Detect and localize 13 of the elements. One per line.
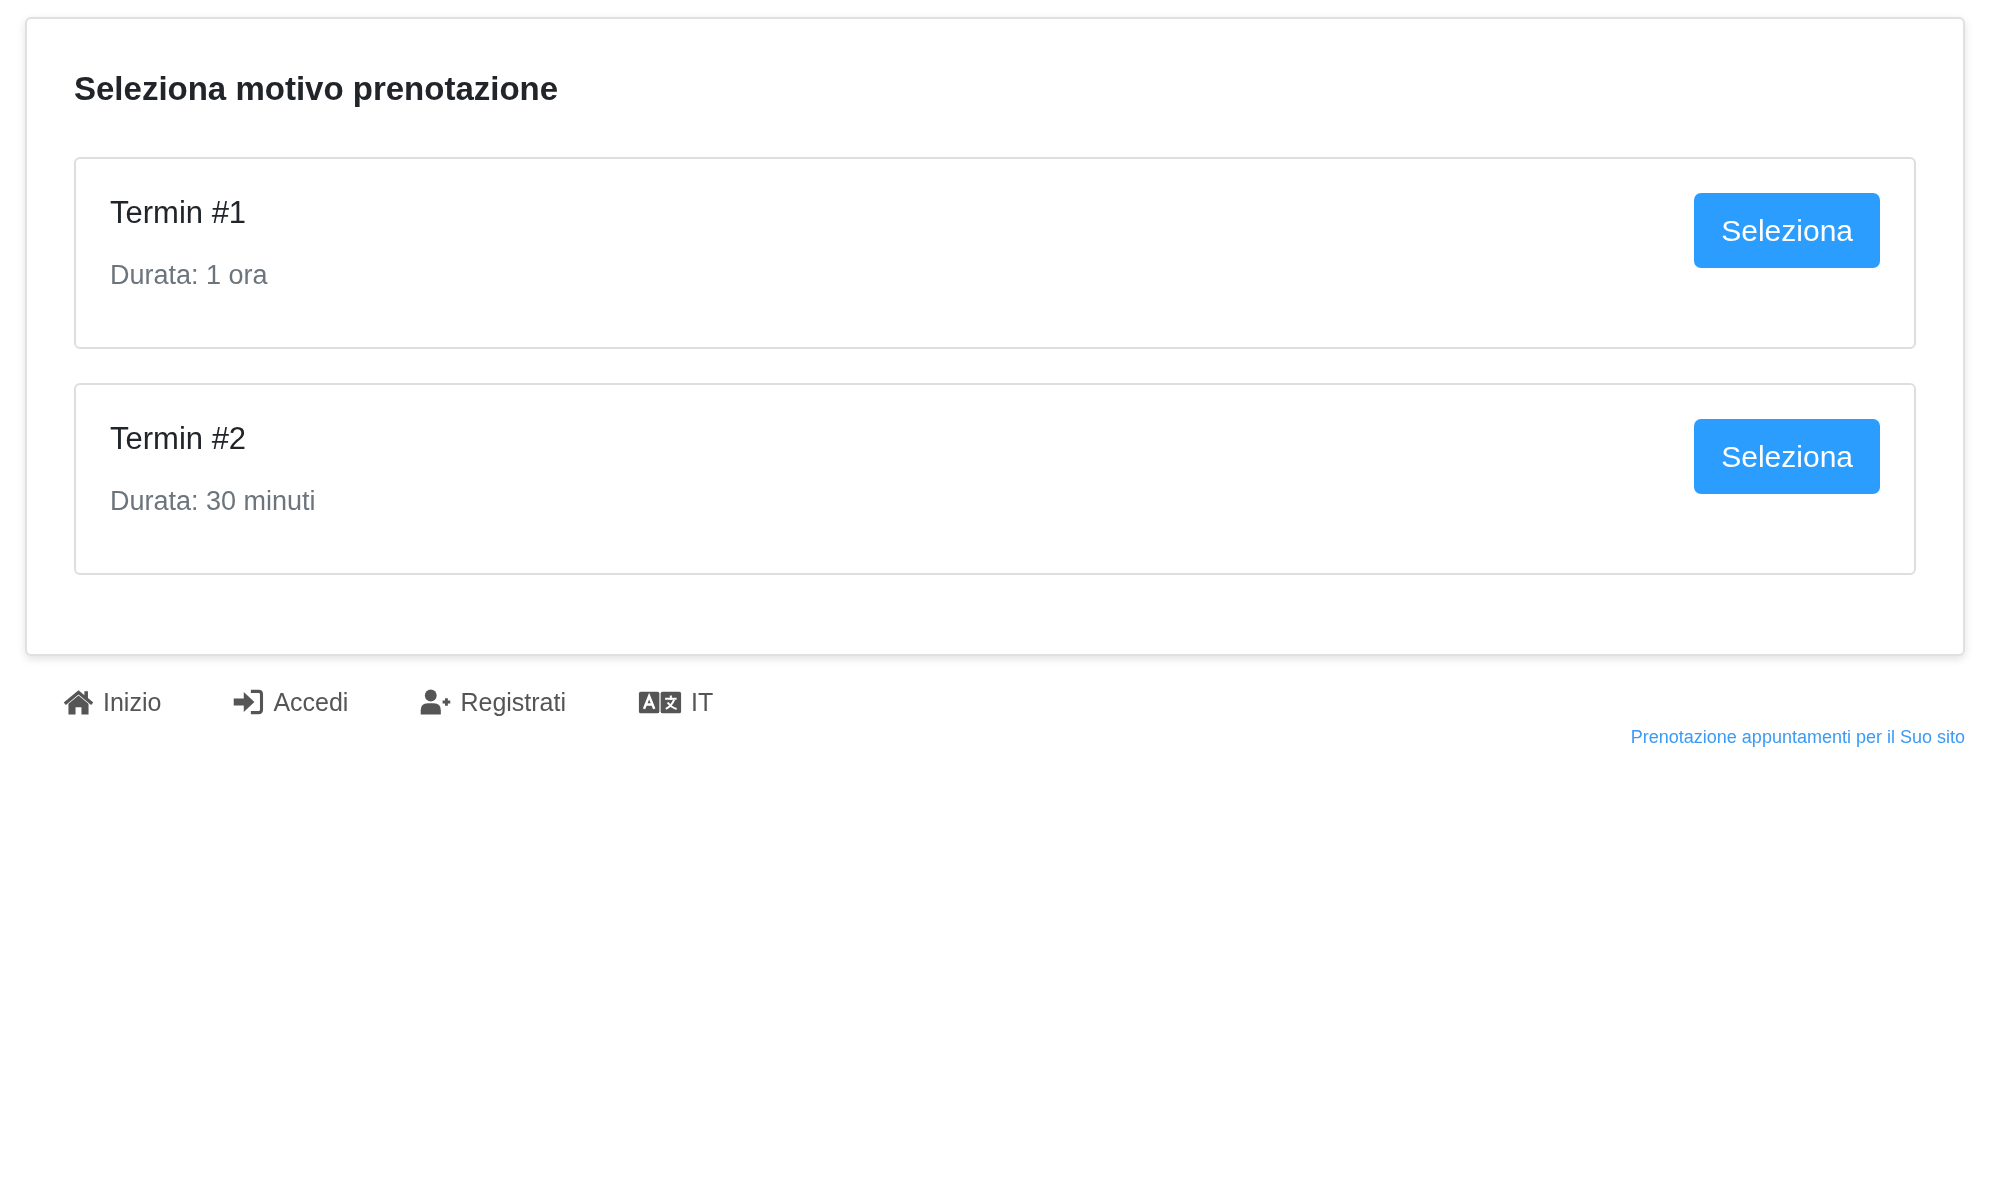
service-name: Termin #1: [110, 194, 248, 232]
page-title: Seleziona motivo prenotazione: [74, 69, 560, 109]
language-link[interactable]: IT: [638, 684, 714, 720]
language-icon: [638, 690, 682, 714]
service-duration: Durata: 1 ora: [110, 259, 268, 292]
login-icon: [233, 689, 265, 715]
home-link[interactable]: Inizio: [63, 684, 162, 720]
service-name: Termin #2: [110, 420, 248, 458]
service-duration: Durata: 30 minuti: [110, 485, 316, 518]
user-plus-icon: [420, 689, 452, 715]
home-icon: [63, 689, 94, 715]
login-link[interactable]: Accedi: [233, 684, 349, 720]
register-link[interactable]: Registrati: [420, 684, 566, 720]
